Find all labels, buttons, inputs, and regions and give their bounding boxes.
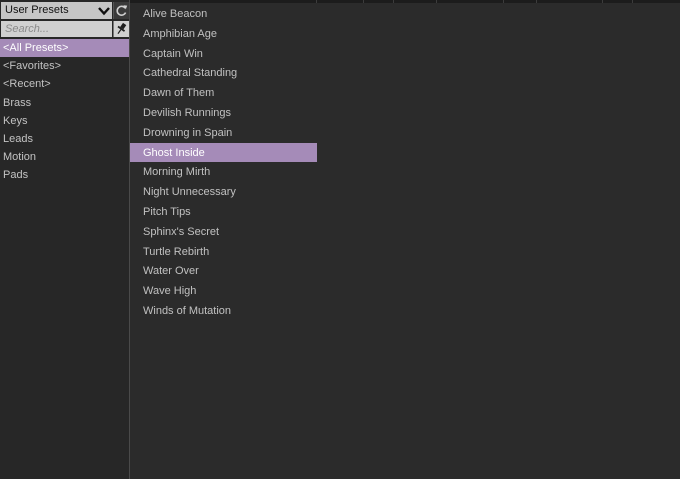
category-item-leads[interactable]: Leads xyxy=(0,130,129,148)
preset-item[interactable]: Drowning in Spain xyxy=(130,123,317,143)
header-divider xyxy=(393,0,394,3)
preset-item[interactable]: Devilish Runnings xyxy=(130,103,317,123)
chevron-down-icon xyxy=(98,7,110,16)
preset-item[interactable]: Turtle Rebirth xyxy=(130,242,317,262)
category-item-all-presets[interactable]: <All Presets> xyxy=(0,39,129,58)
category-item-pads[interactable]: Pads xyxy=(0,166,129,184)
header-divider xyxy=(602,0,603,3)
preset-item[interactable]: Alive Beacon xyxy=(130,4,317,24)
pin-icon xyxy=(117,22,127,35)
preset-item[interactable]: Pitch Tips xyxy=(130,202,317,222)
preset-item[interactable]: Cathedral Standing xyxy=(130,63,317,83)
header-divider xyxy=(436,0,437,3)
preset-item[interactable]: Wave High xyxy=(130,281,317,301)
category-item-keys[interactable]: Keys xyxy=(0,112,129,130)
preset-item[interactable]: Winds of Mutation xyxy=(130,301,317,321)
preset-item[interactable]: Water Over xyxy=(130,261,317,281)
category-item-motion[interactable]: Motion xyxy=(0,148,129,166)
header-divider xyxy=(536,0,537,3)
preset-source-selector[interactable]: User Presets xyxy=(1,2,96,19)
preset-item[interactable]: Captain Win xyxy=(130,44,317,64)
header-divider xyxy=(363,0,364,3)
refresh-icon xyxy=(116,5,128,16)
preset-item[interactable]: Amphibian Age xyxy=(130,24,317,44)
category-list: <All Presets> <Favorites> <Recent> Brass… xyxy=(0,39,129,185)
category-item-recent[interactable]: <Recent> xyxy=(0,75,129,93)
refresh-button[interactable] xyxy=(113,2,129,19)
preset-list: Alive Beacon Amphibian Age Captain Win C… xyxy=(130,4,317,321)
preset-item[interactable]: Dawn of Them xyxy=(130,83,317,103)
top-header-strip xyxy=(130,0,680,3)
search-input[interactable] xyxy=(1,21,112,37)
pin-button[interactable] xyxy=(113,21,129,37)
preset-item[interactable]: Sphinx's Secret xyxy=(130,222,317,242)
preset-item[interactable]: Morning Mirth xyxy=(130,162,317,182)
preset-item[interactable]: Night Unnecessary xyxy=(130,182,317,202)
header-divider xyxy=(632,0,633,3)
category-item-favorites[interactable]: <Favorites> xyxy=(0,57,129,75)
preset-item-selected[interactable]: Ghost Inside xyxy=(130,142,317,163)
category-item-brass[interactable]: Brass xyxy=(0,94,129,112)
category-panel: User Presets <All Presets> <Favorites> <… xyxy=(0,0,129,479)
header-divider xyxy=(316,0,317,3)
header-divider xyxy=(503,0,504,3)
source-dropdown-button[interactable] xyxy=(96,2,112,19)
